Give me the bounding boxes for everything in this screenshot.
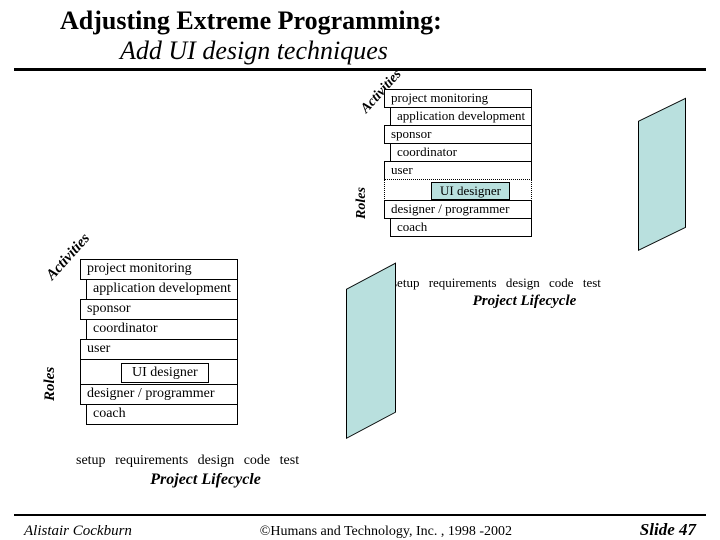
phase: setup xyxy=(76,453,106,468)
lifecycle-block: setup requirements design code test Proj… xyxy=(76,453,305,489)
lifecycle-caption: Project Lifecycle xyxy=(106,471,305,489)
role-layer: sponsor xyxy=(80,299,238,320)
title-line-1: Adjusting Extreme Programming: xyxy=(60,6,680,36)
phase: design xyxy=(198,453,235,468)
phase: test xyxy=(280,453,299,468)
slide-title-area: Adjusting Extreme Programming: Add UI de… xyxy=(0,0,720,66)
phase: requirements xyxy=(429,275,497,290)
layer-stack: project monitoring application developme… xyxy=(80,259,238,424)
footer-author: Alistair Cockburn xyxy=(24,523,132,540)
role-layer: coach xyxy=(390,218,532,237)
activity-layer: project monitoring xyxy=(384,89,532,108)
slab-side xyxy=(638,98,686,251)
phase: design xyxy=(506,275,540,290)
role-layer: coordinator xyxy=(86,319,238,340)
role-layer: coordinator xyxy=(390,143,532,162)
role-layer: user xyxy=(80,339,238,360)
phase: test xyxy=(583,275,601,290)
highlight-row: UI designer xyxy=(384,179,532,201)
role-layer: sponsor xyxy=(384,125,532,144)
activity-layer: project monitoring xyxy=(80,259,238,280)
slide-content: Activities Roles project monitoring appl… xyxy=(0,71,720,491)
roles-label: Roles xyxy=(42,367,59,401)
ui-designer-label: UI designer xyxy=(132,365,198,380)
ui-designer-box: UI designer xyxy=(431,182,510,200)
title-line-2: Add UI design techniques xyxy=(60,36,680,66)
role-layer: coach xyxy=(86,404,238,425)
lifecycle-caption: Project Lifecycle xyxy=(442,293,607,310)
phase: setup xyxy=(392,275,419,290)
phase: requirements xyxy=(115,453,188,468)
activity-layer: application development xyxy=(390,107,532,126)
ui-designer-box: UI designer xyxy=(121,363,209,383)
lifecycle-phases: setup requirements design code test xyxy=(76,453,305,469)
ui-designer-label: UI designer xyxy=(440,183,501,198)
slide-footer: Alistair Cockburn ©Humans and Technology… xyxy=(14,514,706,540)
layer-stack: project monitoring application developme… xyxy=(384,89,532,236)
role-layer: user xyxy=(384,161,532,180)
highlight-row: UI designer xyxy=(80,359,238,385)
lifecycle-block: setup requirements design code test Proj… xyxy=(392,275,607,310)
roles-label: Roles xyxy=(354,187,370,219)
lifecycle-phases: setup requirements design code test xyxy=(392,275,607,291)
phase: code xyxy=(549,275,574,290)
slab-side xyxy=(346,262,396,439)
footer-copyright: ©Humans and Technology, Inc. , 1998 -200… xyxy=(260,524,512,540)
activity-layer: application development xyxy=(86,279,238,300)
footer-slide-number: Slide 47 xyxy=(640,520,696,540)
role-layer: designer / programmer xyxy=(80,384,238,405)
phase: code xyxy=(244,453,270,468)
role-layer: designer / programmer xyxy=(384,200,532,219)
